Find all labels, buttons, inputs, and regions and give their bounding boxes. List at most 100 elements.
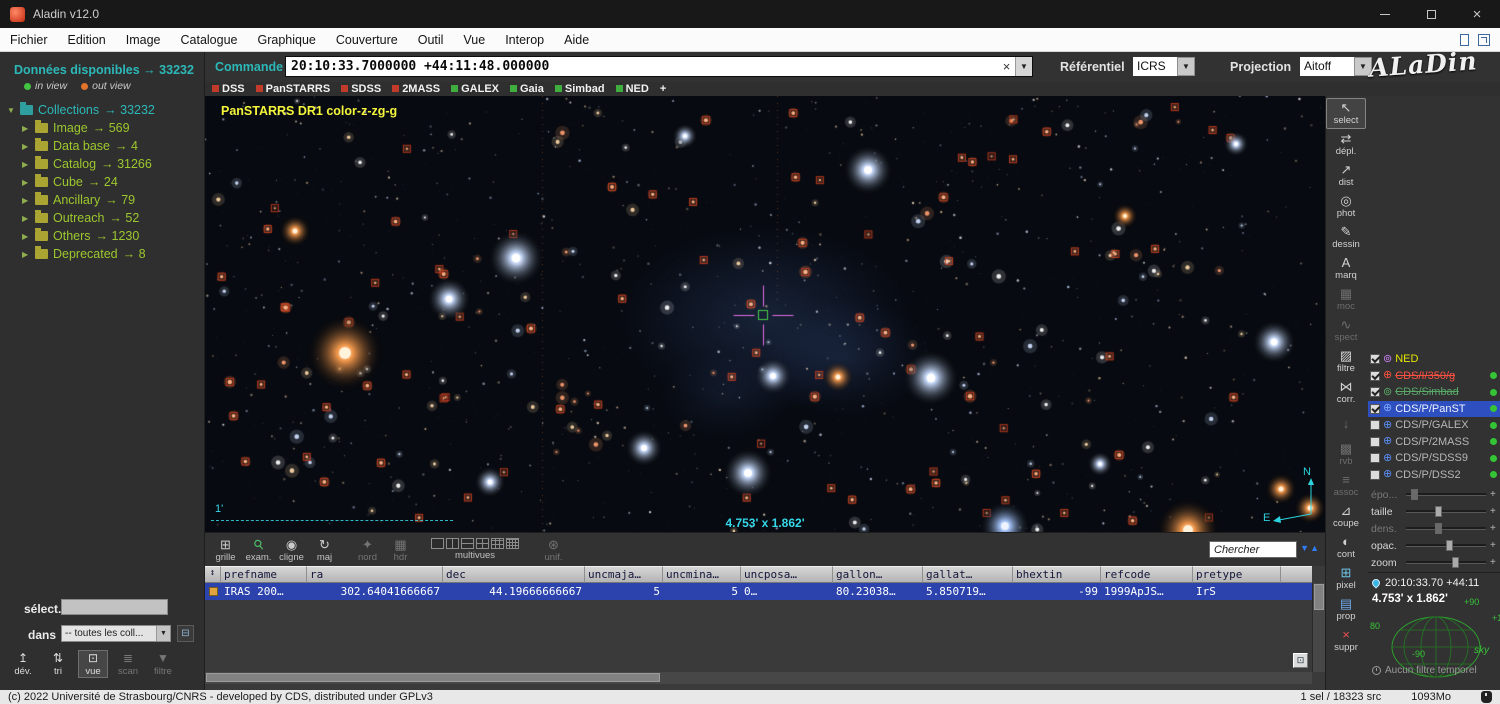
referential-select[interactable]: ICRS	[1133, 57, 1177, 76]
column-header[interactable]: ra	[307, 566, 443, 583]
sidebar-action-button[interactable]: ↥ dév.	[8, 650, 38, 678]
expand-arrow-icon[interactable]: ▼	[7, 106, 19, 115]
sidebar-action-button[interactable]: ▼ filtre	[148, 650, 178, 678]
expand-arrow-icon[interactable]: ▶	[22, 178, 34, 187]
menu-item[interactable]: Vue	[453, 33, 495, 47]
layer-checkbox[interactable]	[1370, 470, 1380, 480]
server-shortcut[interactable]: +	[660, 83, 666, 95]
vscroll-thumb[interactable]	[1314, 584, 1324, 610]
tool-button[interactable]: ⊞ pixel	[1326, 563, 1366, 594]
projection-select[interactable]: Aitoff	[1300, 57, 1354, 76]
layer-name[interactable]: CDS/P/2MASS	[1395, 436, 1469, 448]
tree-item[interactable]: ▶ Image → 569	[0, 119, 204, 137]
tree-item[interactable]: ▼ Collections → 33232	[0, 101, 204, 119]
column-header[interactable]: uncmina…	[663, 566, 741, 583]
slider-track[interactable]	[1406, 527, 1486, 530]
table-horizontal-scrollbar[interactable]	[205, 672, 1312, 684]
menu-item[interactable]: Outil	[408, 33, 454, 47]
multiview-2h-button[interactable]	[461, 538, 474, 549]
column-header[interactable]: bhextin	[1013, 566, 1101, 583]
multiview-9-button[interactable]	[491, 538, 504, 549]
column-header[interactable]: uncmaja…	[585, 566, 663, 583]
menu-item[interactable]: Interop	[495, 33, 554, 47]
server-shortcut[interactable]: SDSS	[341, 83, 381, 95]
layer-name[interactable]: CDS/I/350/g	[1395, 370, 1455, 382]
tree-item[interactable]: ▶ Others → 1230	[0, 227, 204, 245]
slider-thumb[interactable]	[1435, 523, 1442, 534]
table-row[interactable]: IRAS 200… 302.64041666667 44.19666666667…	[205, 583, 1312, 600]
column-header[interactable]: prefname	[221, 566, 307, 583]
tool-button[interactable]: ◐ cont	[1326, 532, 1366, 563]
sidebar-action-button[interactable]: ⇅ tri	[43, 650, 73, 678]
tool-button[interactable]: ✎ dessin	[1326, 222, 1366, 253]
tree-item[interactable]: ▶ Outreach → 52	[0, 209, 204, 227]
maximize-button[interactable]	[1408, 0, 1454, 28]
detach-window-icon[interactable]	[1478, 34, 1490, 46]
tool-button[interactable]: × suppr	[1326, 625, 1366, 656]
referential-caret-icon[interactable]: ▼	[1177, 57, 1195, 76]
server-shortcut[interactable]: DSS	[212, 83, 245, 95]
layer-checkbox[interactable]	[1370, 420, 1380, 430]
layer-name[interactable]: CDS/Simbad	[1395, 386, 1459, 398]
sky-canvas[interactable]	[205, 96, 1325, 532]
sidebar-action-button[interactable]: ⊡ vue	[78, 650, 108, 678]
slider-plus-icon[interactable]: +	[1490, 540, 1500, 551]
new-frame-icon[interactable]	[1460, 34, 1469, 46]
tool-button[interactable]: ▦ moc	[1326, 284, 1366, 315]
server-shortcut[interactable]: GALEX	[451, 83, 499, 95]
layer-name[interactable]: CDS/P/GALEX	[1395, 419, 1468, 431]
multiview-4-button[interactable]	[476, 538, 489, 549]
tool-button[interactable]: ▤ prop	[1326, 594, 1366, 625]
robot-icon[interactable]	[1481, 691, 1492, 703]
layer-checkbox[interactable]	[1370, 371, 1380, 381]
tree-item[interactable]: ▶ Catalog → 31266	[0, 155, 204, 173]
layer-row[interactable]: ⊕ CDS/P/DSS2	[1368, 467, 1500, 484]
layer-row[interactable]: ⊚ NED	[1368, 351, 1500, 368]
view-toolbar-button[interactable]: ⚲ exam.	[244, 537, 273, 563]
server-shortcut[interactable]: Gaia	[510, 83, 544, 95]
menu-item[interactable]: Couverture	[326, 33, 408, 47]
expand-arrow-icon[interactable]: ▶	[22, 124, 34, 133]
slider-thumb[interactable]	[1411, 489, 1418, 500]
tool-button[interactable]: ▩ rvb	[1326, 439, 1366, 470]
collections-dropdown[interactable]: -- toutes les coll... ▼	[61, 625, 171, 642]
slider-track[interactable]	[1406, 493, 1486, 496]
tool-button[interactable]: ⊿ coupe	[1326, 501, 1366, 532]
unif-button[interactable]: ⊛ unif.	[539, 537, 568, 563]
expand-arrow-icon[interactable]: ▶	[22, 250, 34, 259]
collections-filter-button[interactable]: ⊟	[177, 625, 194, 642]
slider-plus-icon[interactable]: +	[1490, 489, 1500, 500]
tool-button[interactable]: ↓	[1326, 408, 1366, 439]
command-input[interactable]	[286, 57, 998, 76]
column-header[interactable]: gallon…	[833, 566, 923, 583]
table-vertical-scrollbar[interactable]	[1312, 583, 1325, 672]
tool-button[interactable]: ⇄ dépl.	[1326, 129, 1366, 160]
layer-checkbox[interactable]	[1370, 387, 1380, 397]
tree-item[interactable]: ▶ Deprecated → 8	[0, 245, 204, 263]
expand-arrow-icon[interactable]: ▶	[22, 142, 34, 151]
layer-row[interactable]: ⊕ CDS/P/GALEX	[1368, 417, 1500, 434]
tool-button[interactable]: ▨ filtre	[1326, 346, 1366, 377]
tool-button[interactable]: ↖ select	[1326, 98, 1366, 129]
column-header[interactable]: refcode	[1101, 566, 1193, 583]
collections-caret-icon[interactable]: ▼	[156, 626, 170, 641]
view-toolbar-button[interactable]: ↻ maj	[310, 537, 339, 563]
hscroll-thumb[interactable]	[206, 673, 660, 682]
search-down-icon[interactable]: ▼	[1300, 543, 1310, 553]
expand-arrow-icon[interactable]: ▶	[22, 196, 34, 205]
server-shortcut[interactable]: 2MASS	[392, 83, 440, 95]
server-shortcut[interactable]: PanSTARRS	[256, 83, 331, 95]
slider-thumb[interactable]	[1435, 506, 1442, 517]
tool-button[interactable]: ◎ phot	[1326, 191, 1366, 222]
slider-track[interactable]	[1406, 561, 1486, 564]
table-search-input[interactable]	[1209, 541, 1297, 558]
layer-row[interactable]: ⊕ CDS/P/PanST	[1368, 401, 1500, 418]
view-toolbar-button[interactable]: ⊞ grille	[211, 537, 240, 563]
slider-track[interactable]	[1406, 544, 1486, 547]
tree-item[interactable]: ▶ Cube → 24	[0, 173, 204, 191]
slider-thumb[interactable]	[1452, 557, 1459, 568]
close-button[interactable]: ×	[1454, 0, 1500, 28]
slider-thumb[interactable]	[1446, 540, 1453, 551]
layer-checkbox[interactable]	[1370, 437, 1380, 447]
slider-plus-icon[interactable]: +	[1490, 506, 1500, 517]
